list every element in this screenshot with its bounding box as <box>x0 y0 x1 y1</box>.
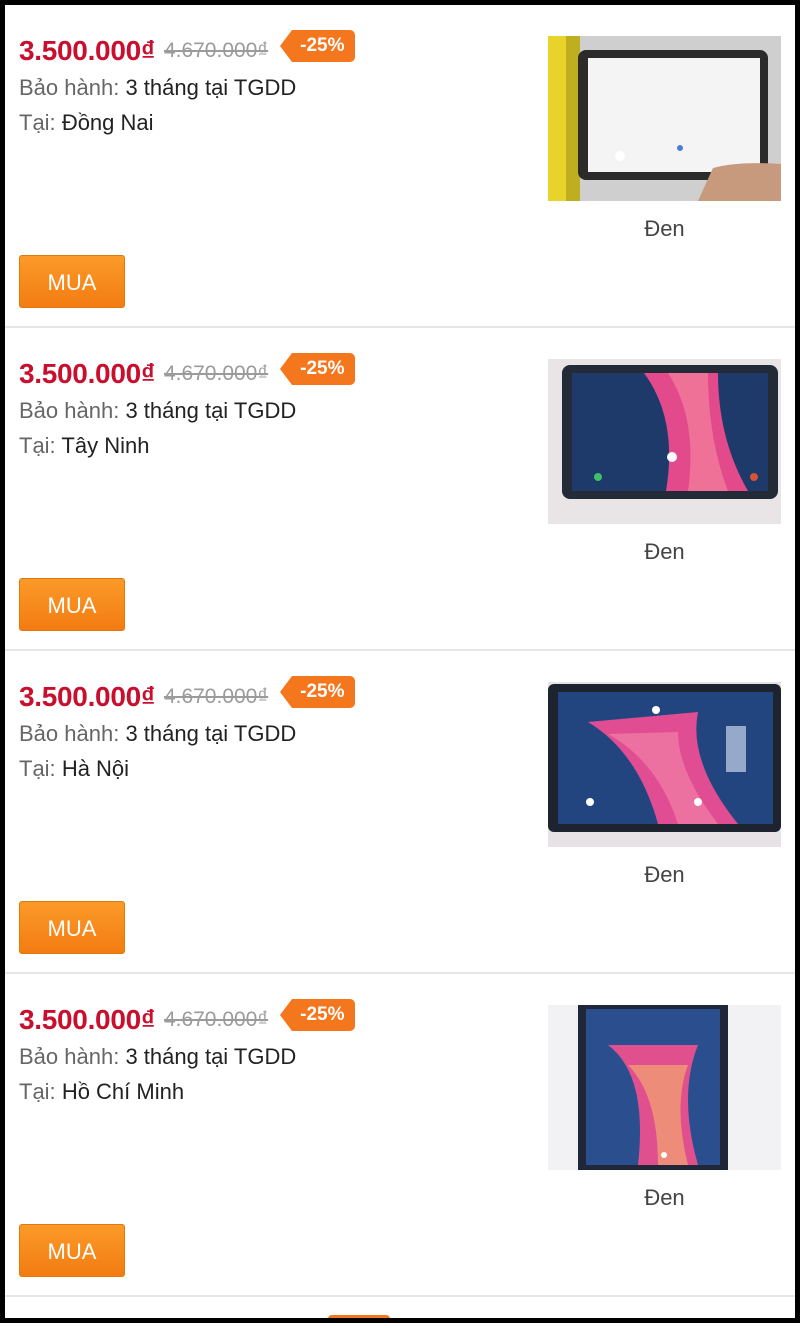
price-row: 3.500.000₫ 4.670.000₫ -25% <box>19 353 355 394</box>
warranty-info: Bảo hành: 3 tháng tại TGDD <box>19 398 296 424</box>
list-item: 3.500.000₫ 4.670.000₫ -25% Bảo hành: 3 t… <box>5 974 795 1297</box>
sale-price: 3.500.000₫ <box>19 358 155 389</box>
discount-badge: -25% <box>280 999 355 1031</box>
warranty-value: 3 tháng tại TGDD <box>125 398 297 423</box>
location-info: Tại: Đồng Nai <box>19 110 154 136</box>
sale-price: 3.500.000₫ <box>19 681 155 712</box>
location-value: Tây Ninh <box>61 433 150 458</box>
sale-price: 3.500.000₫ <box>19 1004 155 1035</box>
product-image[interactable] <box>548 1005 781 1170</box>
next-item-badge-peek <box>328 1315 390 1318</box>
buy-button[interactable]: MUA <box>19 578 125 631</box>
color-label: Đen <box>644 862 685 887</box>
price-row: 3.500.000₫ 4.670.000₫ -25% <box>19 30 355 71</box>
location-value: Hà Nội <box>61 756 130 781</box>
location-info: Tại: Tây Ninh <box>19 433 149 459</box>
warranty-label: Bảo hành: <box>19 398 120 423</box>
list-item: 3.500.000₫ 4.670.000₫ -25% Bảo hành: 3 t… <box>5 328 795 651</box>
discount-badge: -25% <box>280 676 355 708</box>
location-label: Tại: <box>19 433 56 458</box>
warranty-label: Bảo hành: <box>19 75 120 100</box>
discount-badge: -25% <box>280 353 355 385</box>
product-image[interactable] <box>548 36 781 201</box>
original-price: 4.670.000₫ <box>163 1008 269 1031</box>
product-list: 3.500.000₫ 4.670.000₫ -25% Bảo hành: 3 t… <box>5 5 795 1318</box>
sale-price: 3.500.000₫ <box>19 35 155 66</box>
location-info: Tại: Hồ Chí Minh <box>19 1079 184 1105</box>
location-value: Đồng Nai <box>61 110 154 135</box>
price-row: 3.500.000₫ 4.670.000₫ -25% <box>19 676 355 717</box>
buy-button[interactable]: MUA <box>19 255 125 308</box>
color-label: Đen <box>644 1185 685 1210</box>
color-label: Đen <box>644 539 685 564</box>
location-value: Hồ Chí Minh <box>61 1079 185 1104</box>
location-label: Tại: <box>19 756 56 781</box>
warranty-value: 3 tháng tại TGDD <box>125 1044 297 1069</box>
list-item: 3.500.000₫ 4.670.000₫ -25% Bảo hành: 3 t… <box>5 5 795 328</box>
discount-badge: -25% <box>280 30 355 62</box>
original-price: 4.670.000₫ <box>163 362 269 385</box>
location-label: Tại: <box>19 110 56 135</box>
warranty-label: Bảo hành: <box>19 721 120 746</box>
list-item: 3.500.000₫ 4.670.000₫ -25% Bảo hành: 3 t… <box>5 651 795 974</box>
price-row: 3.500.000₫ 4.670.000₫ -25% <box>19 999 355 1040</box>
warranty-label: Bảo hành: <box>19 1044 120 1069</box>
buy-button[interactable]: MUA <box>19 901 125 954</box>
original-price: 4.670.000₫ <box>163 39 269 62</box>
warranty-value: 3 tháng tại TGDD <box>125 75 297 100</box>
color-label: Đen <box>644 216 685 241</box>
warranty-value: 3 tháng tại TGDD <box>125 721 297 746</box>
warranty-info: Bảo hành: 3 tháng tại TGDD <box>19 1044 296 1070</box>
location-info: Tại: Hà Nội <box>19 756 129 782</box>
original-price: 4.670.000₫ <box>163 685 269 708</box>
product-image[interactable] <box>548 682 781 847</box>
warranty-info: Bảo hành: 3 tháng tại TGDD <box>19 721 296 747</box>
warranty-info: Bảo hành: 3 tháng tại TGDD <box>19 75 296 101</box>
buy-button[interactable]: MUA <box>19 1224 125 1277</box>
product-image[interactable] <box>548 359 781 524</box>
location-label: Tại: <box>19 1079 56 1104</box>
